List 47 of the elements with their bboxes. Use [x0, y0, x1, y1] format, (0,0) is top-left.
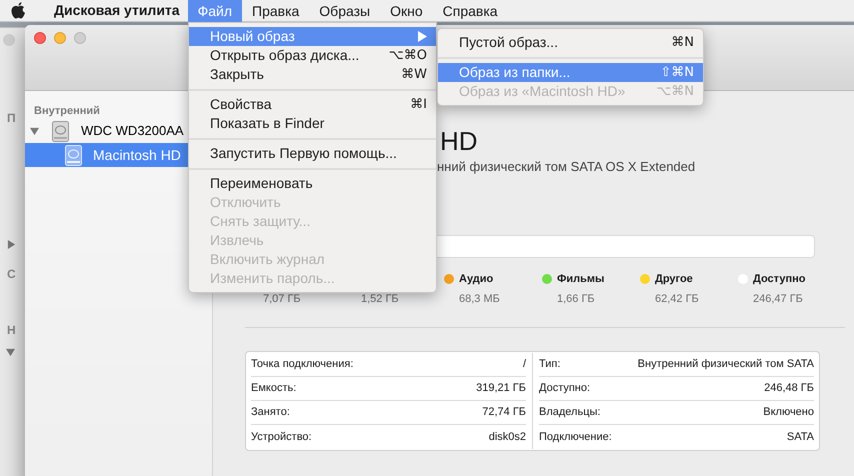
- expand-arrow-icon[interactable]: [7, 240, 16, 249]
- info-value: 319,21 ГБ: [476, 381, 526, 396]
- collapse-arrow-icon[interactable]: [30, 126, 39, 136]
- info-value: Включено: [763, 405, 814, 420]
- info-label: Занято:: [251, 405, 290, 420]
- info-label: Точка подключения:: [251, 357, 354, 372]
- info-label: Емкость:: [251, 381, 296, 396]
- menu-bar-item[interactable]: Справка: [432, 0, 508, 22]
- menu-bar-item[interactable]: Правка: [242, 0, 310, 22]
- app-name[interactable]: Дисковая утилита: [46, 0, 188, 21]
- close-button[interactable]: [34, 32, 46, 44]
- menu-bar-item[interactable]: Образы: [309, 0, 380, 22]
- volume-title: HD: [439, 127, 479, 155]
- legend-label: Доступно: [753, 272, 806, 286]
- info-value: 246,48 ГБ: [764, 381, 814, 396]
- legend-value: 62,42 ГБ: [654, 292, 700, 306]
- info-label: Тип:: [539, 357, 560, 372]
- sidebar-heading: Внутренний: [33, 104, 101, 119]
- menu-item[interactable]: Переименовать: [189, 174, 436, 193]
- menu-item[interactable]: Свойства ⌘I: [189, 95, 436, 114]
- legend-label: Другое: [655, 272, 693, 286]
- sidebar-label: С: [7, 266, 16, 283]
- info-label: Владельцы:: [539, 405, 600, 420]
- legend-value: 246,47 ГБ: [752, 292, 804, 306]
- info-label: Подключение:: [539, 430, 612, 445]
- volume-subtitle: нний физический том SATA OS X Extended: [437, 159, 696, 175]
- info-label: Доступно:: [539, 381, 590, 396]
- menu-bar-item[interactable]: Окно: [380, 0, 433, 22]
- legend-label: Аудио: [459, 272, 494, 286]
- apple-icon[interactable]: [11, 2, 26, 19]
- legend-value: 1,52 ГБ: [360, 292, 400, 306]
- info-value: disk0s2: [488, 430, 526, 445]
- info-value: 72,74 ГБ: [482, 405, 526, 420]
- collapse-arrow-icon[interactable]: [6, 348, 15, 357]
- sidebar-label: Н: [7, 322, 16, 339]
- info-label: Устройство:: [251, 430, 312, 445]
- menu-item[interactable]: Закрыть ⌘W: [189, 65, 436, 84]
- info-value: Внутренний физический том SATA: [638, 357, 814, 372]
- legend-value: 68,3 МБ: [458, 292, 501, 306]
- sidebar-label: П: [7, 110, 16, 127]
- info-value: /: [522, 357, 526, 372]
- info-value: SATA: [786, 430, 814, 445]
- legend-label: Фильмы: [557, 272, 604, 286]
- menu-item[interactable]: Пустой образ... ⌘N: [438, 33, 703, 52]
- legend-value: 1,66 ГБ: [556, 292, 596, 306]
- legend-value: 7,07 ГБ: [262, 292, 302, 306]
- menu-item[interactable]: Открыть образ диска... ⌥⌘O: [189, 46, 436, 65]
